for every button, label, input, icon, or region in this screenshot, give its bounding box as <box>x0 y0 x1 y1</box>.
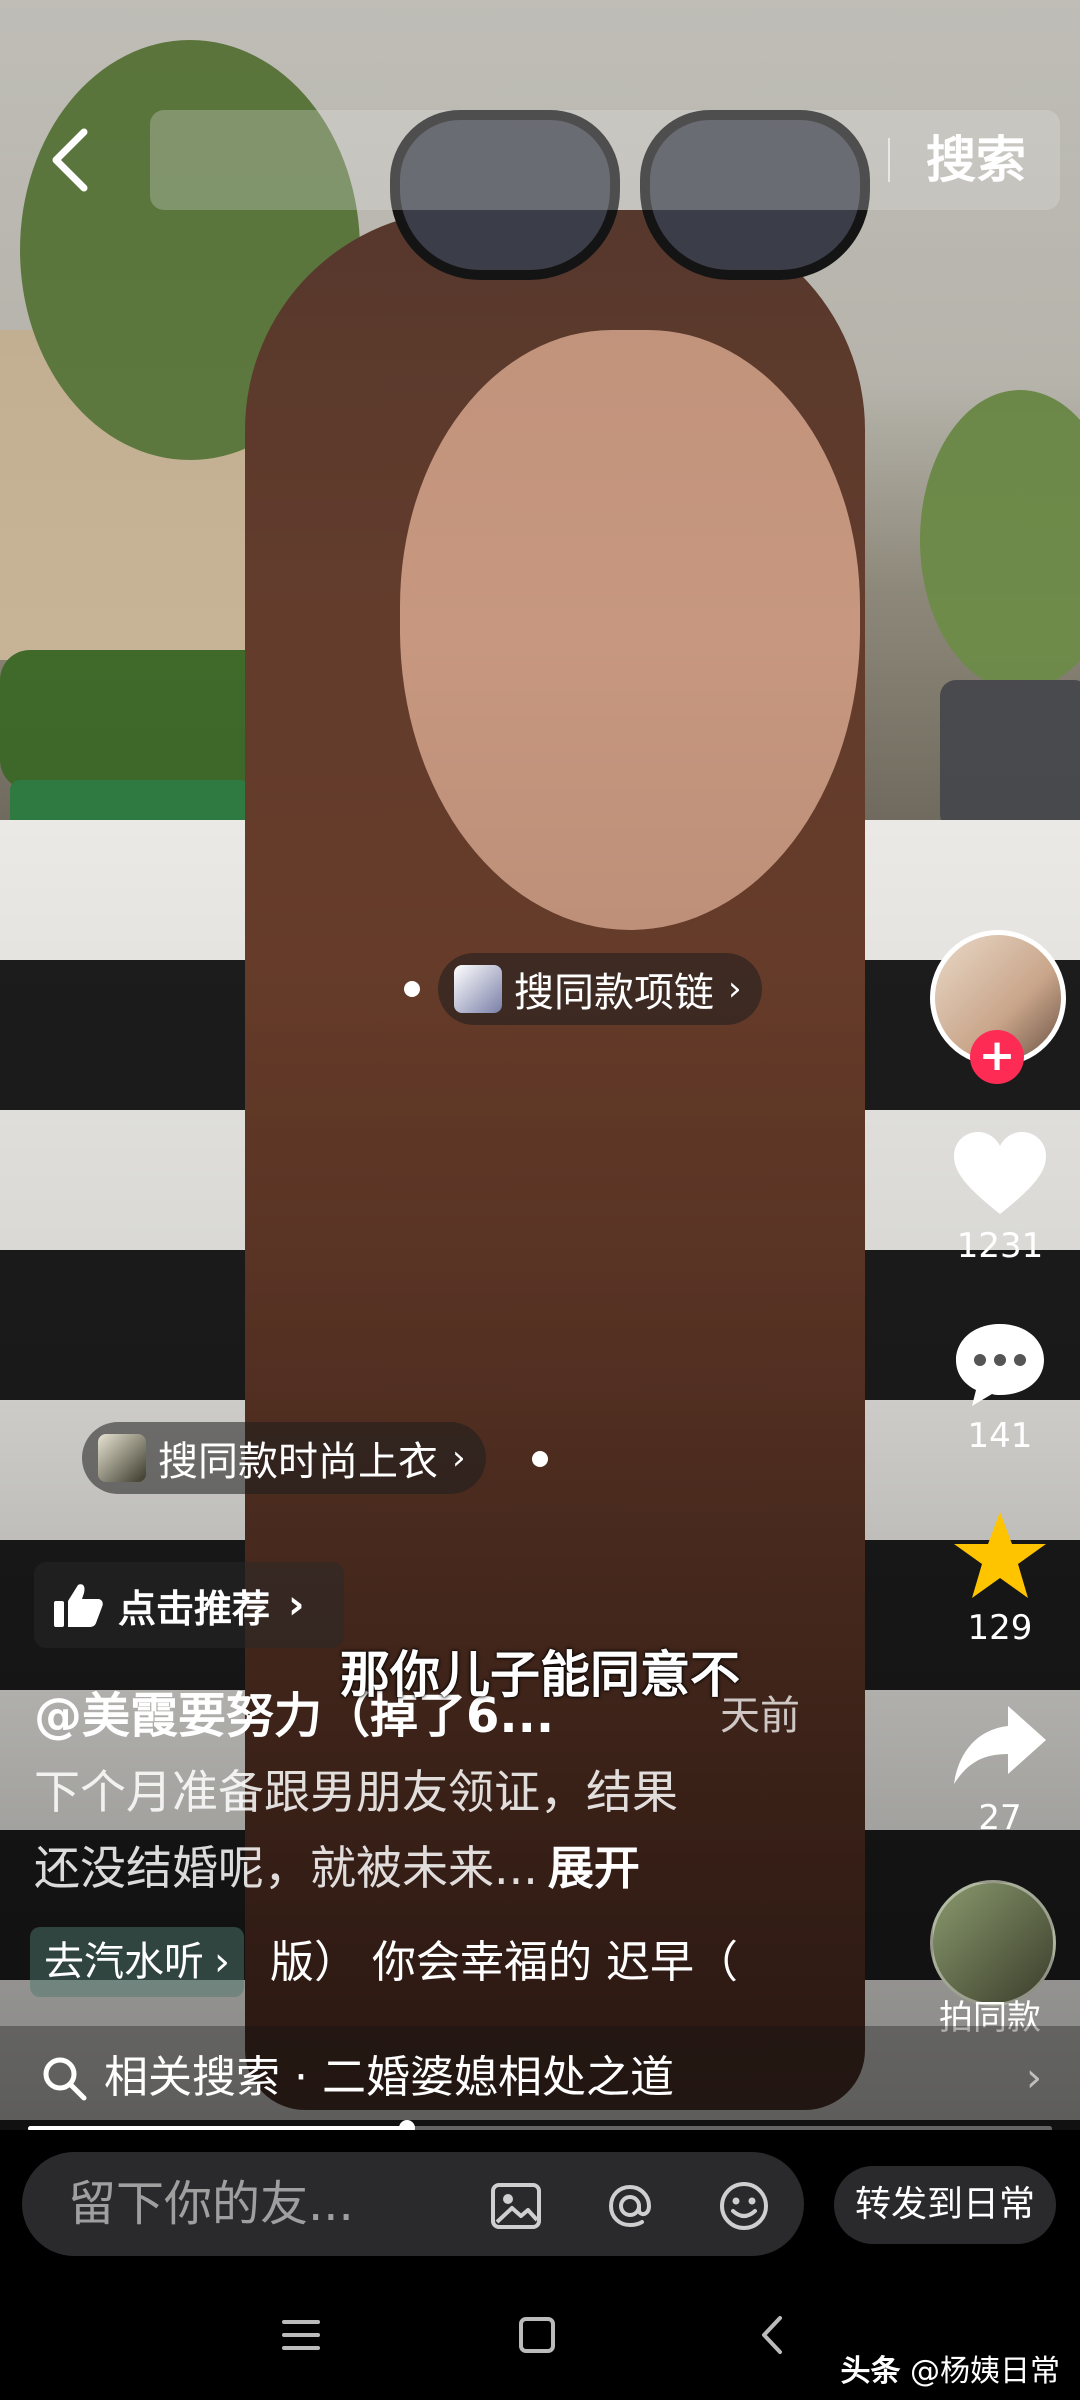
comment-count: 141 <box>967 1416 1033 1456</box>
comment-input[interactable]: 留下你的友... <box>22 2152 804 2256</box>
music-title[interactable]: 版） 你会幸福的 迟早（ <box>270 1928 738 1998</box>
comment-bar: 留下你的友... 转发到日常 <box>0 2130 1080 2270</box>
chevron-right-icon: › <box>452 1438 466 1478</box>
system-nav-bar: 头条 @杨姨日常 <box>0 2270 1080 2400</box>
watermark: 头条 @杨姨日常 <box>840 2346 1060 2390</box>
search-divider <box>888 138 890 182</box>
music-pill-label: 去汽水听 <box>44 1939 204 1985</box>
star-icon[interactable] <box>950 1510 1050 1600</box>
chevron-right-icon: › <box>1026 2055 1042 2101</box>
search-input[interactable]: 搜索 <box>150 110 1060 210</box>
comment-placeholder: 留下你的友... <box>68 2176 354 2232</box>
menu-icon[interactable] <box>278 2312 324 2358</box>
top-thumb <box>98 1434 146 1482</box>
description-line: 还没结婚呢，就被未来... <box>34 1841 538 1895</box>
tag-necklace[interactable]: 搜同款项链 › <box>438 953 762 1025</box>
related-search-label: 相关搜索 · 二婚婆媳相处之道 <box>104 2052 674 2103</box>
thumbs-up-icon <box>54 1584 103 1627</box>
screen: 搜索 搜同款项链 › 搜同款时尚上衣 › + 1231 141 129 27 拍… <box>0 0 1080 2400</box>
chevron-right-icon: › <box>214 1939 230 1985</box>
watermark-handle: @杨姨日常 <box>910 2354 1060 2389</box>
heart-icon[interactable] <box>950 1128 1050 1218</box>
video-subtitle: 那你儿子能同意不 <box>340 1646 740 1704</box>
tag-anchor-dot <box>532 1451 548 1467</box>
comment-icon[interactable] <box>950 1318 1050 1408</box>
chevron-right-icon: › <box>728 969 742 1009</box>
shoot-same-button[interactable] <box>930 1880 1056 2006</box>
follow-button[interactable]: + <box>970 1030 1024 1084</box>
description-line: 下个月准备跟男朋友领证，结果 <box>34 1765 678 1819</box>
listen-in-qishui-button[interactable]: 去汽水听 › <box>30 1927 244 1997</box>
tag-anchor-dot <box>404 981 420 997</box>
back-button[interactable] <box>40 120 100 200</box>
at-icon[interactable] <box>602 2178 658 2234</box>
watermark-prefix: 头条 <box>840 2354 901 2389</box>
necklace-thumb <box>454 965 502 1013</box>
emoji-icon[interactable] <box>716 2178 772 2234</box>
home-icon[interactable] <box>514 2312 560 2358</box>
image-icon[interactable] <box>488 2178 544 2234</box>
tag-label: 搜同款时尚上衣 <box>158 1439 438 1485</box>
like-count: 1231 <box>956 1226 1044 1266</box>
tag-top[interactable]: 搜同款时尚上衣 › <box>82 1422 486 1494</box>
back-icon <box>52 128 88 192</box>
search-icon <box>43 2057 87 2101</box>
share-icon[interactable] <box>950 1700 1050 1790</box>
share-count: 27 <box>978 1798 1022 1838</box>
search-button[interactable]: 搜索 <box>926 110 1026 210</box>
description[interactable]: 还没结婚呢，就被未来... 展开 <box>34 1836 814 1900</box>
forward-to-daily-button[interactable]: 转发到日常 <box>834 2166 1056 2244</box>
chevron-right-icon: › <box>288 1582 305 1628</box>
related-search-bar[interactable]: 相关搜索 · 二婚婆媳相处之道 › <box>0 2026 1080 2130</box>
recommend-label: 点击推荐 <box>118 1586 271 1631</box>
back-nav-icon[interactable] <box>750 2312 796 2358</box>
expand-button[interactable]: 展开 <box>548 1841 640 1895</box>
tag-label: 搜同款项链 <box>514 970 714 1016</box>
